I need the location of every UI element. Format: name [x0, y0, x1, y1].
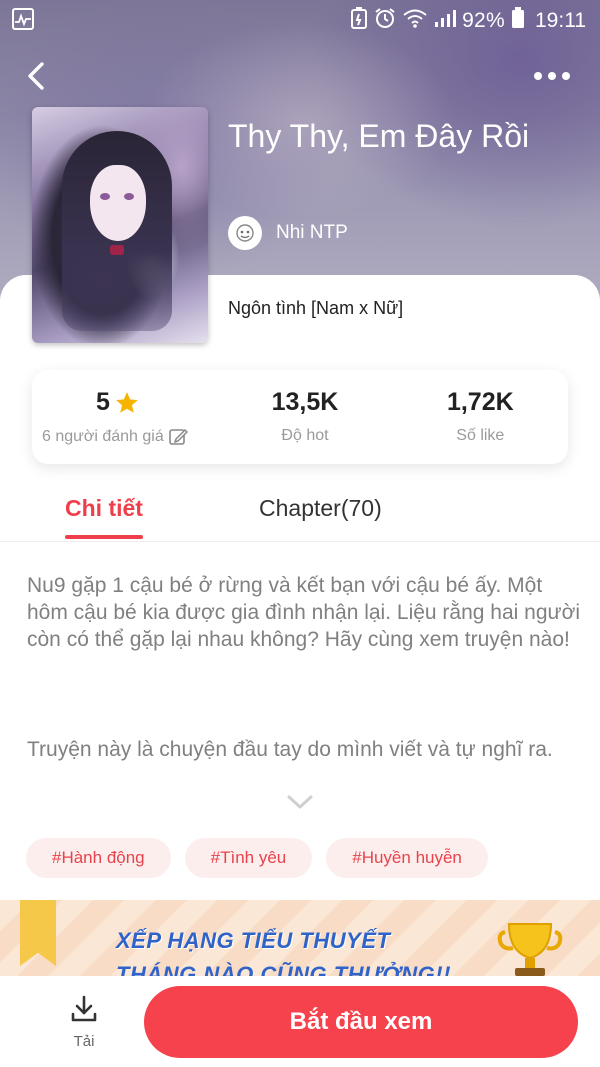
tab-detail[interactable]: Chi tiết: [65, 495, 143, 539]
description-paragraph: Nu9 gặp 1 cậu bé ở rừng và kết bạn với c…: [27, 574, 581, 651]
edit-icon[interactable]: [168, 427, 188, 447]
book-title: Thy Thy, Em Đây Rồi: [228, 118, 530, 154]
tag-chip[interactable]: #Tình yêu: [184, 838, 313, 878]
stats-card: 5 6 người đánh giá 13,5K Độ hot 1,72K Số…: [32, 370, 568, 464]
more-options-button[interactable]: [534, 66, 574, 86]
tab-chapter[interactable]: Chapter(70): [259, 495, 382, 522]
download-button[interactable]: Tải: [60, 994, 108, 1050]
rating-count-label: 6 người đánh giá: [42, 428, 164, 445]
chevron-down-icon: [287, 795, 313, 809]
battery-icon: [511, 7, 525, 35]
likes-value: 1,72K: [446, 388, 514, 416]
hot-stat: 13,5K Độ hot: [217, 370, 392, 464]
likes-stat: 1,72K Số like: [393, 370, 568, 464]
status-clock: 19:11: [535, 9, 586, 32]
book-cover-image: [32, 107, 208, 343]
likes-label: Số like: [456, 427, 505, 444]
wifi-icon: [402, 8, 428, 34]
tag-chip[interactable]: #Huyền huyễn: [326, 838, 488, 878]
banner-headline: XẾP HẠNG TIỂU THUYẾT: [116, 928, 391, 953]
tag-chip[interactable]: #Hành động: [26, 838, 171, 878]
download-icon: [71, 995, 97, 1022]
chevron-left-icon: [28, 62, 44, 90]
bottom-action-bar: Tải Bắt đầu xem: [0, 976, 600, 1067]
download-label: Tải: [73, 1033, 95, 1050]
star-icon: [116, 391, 138, 413]
author-avatar: [228, 216, 262, 250]
tag-list: #Hành động #Tình yêu #Huyền huyễn: [26, 838, 488, 878]
author-name: Nhi NTP: [276, 222, 348, 243]
promo-banner[interactable]: XẾP HẠNG TIỂU THUYẾT THÁNG NÀO CŨNG THƯỞ…: [0, 900, 600, 976]
detail-tabs: Chi tiết Chapter(70): [0, 490, 600, 542]
hot-label: Độ hot: [281, 427, 329, 444]
activity-icon: [12, 8, 34, 30]
status-bar: 92% 19:11: [0, 0, 600, 40]
battery-saver-icon: [350, 7, 368, 35]
trophy-icon: [497, 923, 563, 976]
author-row[interactable]: Nhi NTP: [228, 216, 348, 250]
hot-value: 13,5K: [271, 388, 339, 416]
description-paragraph: Truyện này là chuyện đầu tay do mình viế…: [27, 738, 553, 761]
battery-percentage: 92%: [462, 9, 505, 32]
start-reading-button[interactable]: Bắt đầu xem: [144, 986, 578, 1058]
more-dots-icon: [534, 72, 542, 80]
book-genre: Ngôn tình [Nam x Nữ]: [228, 298, 404, 318]
alarm-icon: [374, 7, 396, 35]
bookmark-ribbon-icon: [20, 900, 56, 966]
expand-description-button[interactable]: [286, 792, 314, 812]
rating-value: 5: [96, 388, 110, 416]
back-button[interactable]: [22, 58, 52, 94]
signal-icon: [434, 8, 457, 34]
banner-subheadline: THÁNG NÀO CŨNG THƯỞNG!!: [116, 962, 451, 976]
rating-stat[interactable]: 5 6 người đánh giá: [32, 370, 217, 464]
